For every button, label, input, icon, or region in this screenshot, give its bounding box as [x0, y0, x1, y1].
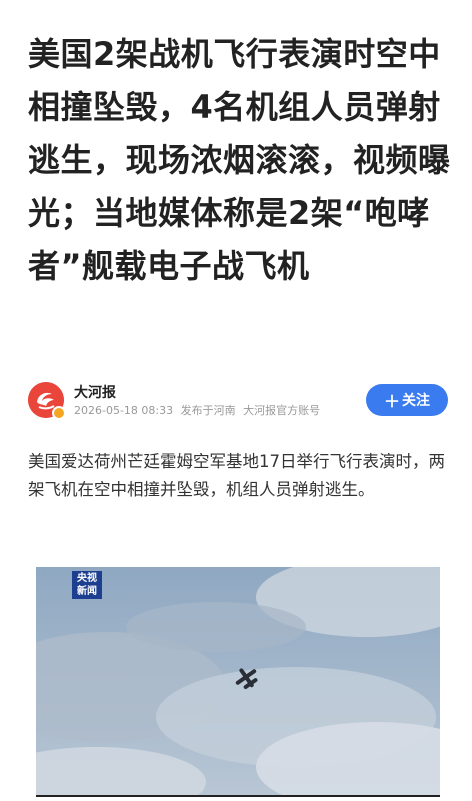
video-frame — [36, 567, 440, 795]
follow-button[interactable]: ＋ 关注 — [366, 384, 448, 416]
publish-location: 发布于河南 — [180, 404, 236, 417]
article-page: 美国2架战机飞行表演时空中相撞坠毁，4名机组人员弹射逃生，现场浓烟滚滚，视频曝光… — [0, 0, 472, 801]
cctv-news-logo: 央视 新闻 — [72, 571, 102, 599]
video-player[interactable]: 央视 新闻 — [36, 567, 440, 795]
article-title: 美国2架战机飞行表演时空中相撞坠毁，4名机组人员弹射逃生，现场浓烟滚滚，视频曝光… — [28, 35, 451, 285]
article-body: 美国爱达荷州芒廷霍姆空军基地17日举行飞行表演时，两架飞机在空中相撞并坠毁，机组… — [28, 452, 445, 499]
account-type: 大河报官方账号 — [243, 404, 321, 417]
cctv-logo-line1: 央视 — [77, 573, 97, 584]
divider — [36, 795, 440, 797]
author-name[interactable]: 大河报 — [74, 382, 116, 402]
verified-badge-icon — [52, 406, 66, 420]
article-meta: 2026-05-18 08:33 发布于河南 大河报官方账号 — [74, 402, 324, 418]
cctv-logo-line2: 新闻 — [77, 586, 97, 597]
publish-datetime: 2026-05-18 08:33 — [74, 404, 174, 417]
follow-button-label: 关注 — [402, 392, 430, 408]
plus-icon: ＋ — [383, 394, 400, 411]
author-bar: 大河报 2026-05-18 08:33 发布于河南 大河报官方账号 ＋ 关注 — [28, 380, 448, 422]
